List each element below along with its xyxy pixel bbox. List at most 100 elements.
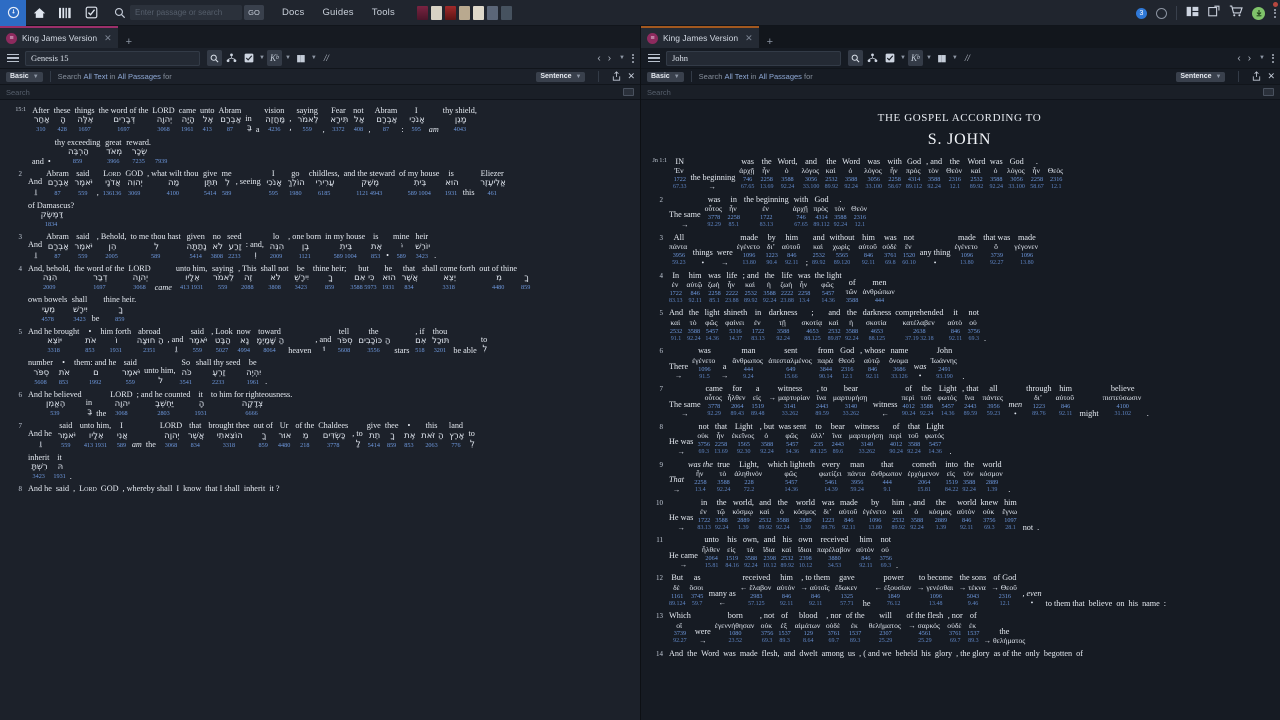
strongs-number[interactable]: 2889 — [986, 479, 998, 487]
interlinear-word[interactable]: bear μαρτυρήσῃ 3140 33.262 — [833, 384, 869, 419]
interlinear-word[interactable]: of περὶ 4012 90.24 — [889, 422, 903, 457]
display-mode-selector-right[interactable]: Sentence ▼ — [1176, 71, 1226, 82]
strongs-number[interactable]: 649 — [786, 366, 795, 374]
louw-nida-number[interactable]: 13.80 — [868, 525, 882, 533]
strongs-number[interactable]: 1223 — [765, 252, 777, 260]
greek-word[interactable]: περὶ — [889, 431, 903, 441]
greek-word[interactable]: ← — [881, 409, 889, 419]
interlinear-word[interactable]: to לִ — [481, 335, 487, 355]
greek-word[interactable]: δι’ — [823, 507, 833, 517]
greek-word[interactable]: εἰς — [727, 545, 737, 555]
interlinear-word[interactable]: of ἐκ 1537 89.3 — [967, 611, 979, 646]
greek-word[interactable]: οὐκ — [983, 507, 996, 517]
interlinear-word[interactable]: given נָתַתָּה 5414 — [185, 232, 206, 261]
interlinear-word[interactable]: witness μαρτυρήσῃ 3140 33.262 — [849, 422, 885, 457]
strongs-number[interactable]: 2005 — [105, 253, 117, 261]
strongs-number[interactable]: 2532 — [825, 176, 837, 184]
louw-nida-number[interactable]: 92.11 — [842, 525, 855, 533]
interlinear-word[interactable]: flesh, — [762, 649, 780, 658]
interlinear-word[interactable]: be — [92, 314, 100, 323]
greek-word[interactable]: φαίνει — [725, 318, 746, 328]
greek-word[interactable]: ἦν — [727, 280, 736, 290]
reference-input-left[interactable] — [25, 50, 200, 66]
strongs-number[interactable]: 5565 — [836, 252, 848, 260]
greek-word[interactable]: ἵνα — [965, 393, 976, 403]
strongs-number[interactable]: 3541 — [180, 379, 192, 387]
hebrew-word[interactable]: נָא — [238, 336, 249, 347]
interlinear-word[interactable]: to become → γενέσθαι 1096 13.48 — [917, 573, 955, 608]
interlinear-word[interactable]: , not οὐκ 3756 69.3 — [760, 611, 775, 646]
hebrew-word[interactable]: כִּי אִם — [352, 273, 374, 284]
louw-nida-number[interactable]: 89.92 — [780, 563, 794, 571]
greek-word[interactable]: ἀνθρώπων — [863, 287, 897, 297]
greek-word[interactable]: οὐκ — [761, 621, 774, 631]
louw-nida-number[interactable]: 92.24 — [763, 298, 777, 306]
interlinear-word[interactable]: God λόγος 3056 33.100 — [1007, 157, 1026, 192]
strongs-number[interactable]: 1096 — [930, 593, 942, 601]
close-pane-icon[interactable]: ✕ — [627, 71, 635, 82]
strongs-number[interactable]: 859 — [259, 442, 268, 450]
interlinear-word[interactable]: God πρὸς 4314 89.112 — [813, 195, 829, 230]
strongs-number[interactable]: 3761 — [949, 630, 961, 638]
strongs-number[interactable]: 5457 — [942, 403, 954, 411]
strongs-number[interactable]: 3588 — [920, 403, 932, 411]
hebrew-word[interactable]: נָתַתָּה — [185, 242, 206, 253]
global-search-input[interactable] — [130, 5, 242, 20]
louw-nida-number[interactable]: 92.11 — [859, 563, 872, 571]
louw-nida-number[interactable]: 60.10 — [902, 260, 916, 268]
interlinear-word[interactable]: vision מַּחֲזֶה 4236 — [264, 106, 285, 135]
louw-nida-number[interactable]: 12.1 — [855, 222, 866, 230]
interlinear-word[interactable]: be יִירָשְׁ 3423 — [293, 264, 309, 293]
louw-nida-number[interactable]: 89.3 — [850, 638, 861, 646]
hebrew-word[interactable]: אֹת — [57, 368, 70, 379]
interlinear-word[interactable]: , and וַ — [168, 335, 184, 355]
interlinear-word[interactable]: him αὐτὸν 846 92.11 — [856, 535, 876, 570]
library-icon[interactable] — [52, 0, 78, 26]
strongs-number[interactable]: 461 — [488, 190, 497, 198]
greek-word[interactable]: ἐν — [754, 318, 762, 328]
strongs-number[interactable]: 4100 — [167, 190, 179, 198]
greek-word[interactable]: ἀρχῇ — [739, 166, 756, 176]
strongs-number[interactable]: 2443 — [964, 403, 976, 411]
strongs-number[interactable]: 3588 — [688, 328, 700, 336]
interlinear-word[interactable]: world κόσμον 2889 1.39 — [980, 460, 1004, 495]
interlinear-word[interactable]: am — [429, 125, 439, 134]
greek-word[interactable]: ἔγνω — [1002, 507, 1019, 517]
strongs-number[interactable]: 834 — [191, 442, 200, 450]
interlinear-word[interactable]: said — [56, 484, 69, 493]
interlinear-word[interactable]: men ἀνθρώπων 444 — [863, 278, 897, 305]
interlinear-word[interactable]: things אֵלֶּה 1697 — [75, 106, 95, 135]
louw-nida-number[interactable]: 92.24 — [910, 525, 924, 533]
interlinear-word[interactable]: not ἓν 1520 60.10 — [902, 233, 916, 268]
hebrew-word[interactable]: רִשְׁתָּ — [30, 462, 47, 473]
greek-word[interactable]: ἐκ — [969, 621, 978, 631]
louw-nida-number[interactable]: 13.69 — [714, 449, 728, 457]
interlinear-word[interactable]: . — [1008, 485, 1010, 494]
strongs-number[interactable]: 3686 — [893, 366, 905, 374]
interlinear-word[interactable]: I אָנֹכִי 595 — [408, 106, 425, 135]
hebrew-word[interactable]: אַבְרָם — [46, 242, 69, 253]
strongs-number[interactable]: 3068 — [133, 284, 145, 292]
interlinear-word[interactable]: it הָ 1931 — [194, 390, 206, 419]
louw-nida-number[interactable]: 59.24 — [850, 487, 864, 495]
interlinear-word[interactable]: made — [740, 649, 758, 658]
greek-word[interactable]: πάντα — [669, 242, 689, 252]
greek-word[interactable]: καὶ — [760, 507, 771, 517]
verse-number[interactable]: 3 — [4, 232, 26, 261]
strongs-number[interactable]: 5457 — [822, 290, 834, 298]
greek-word[interactable]: πάντα — [847, 469, 867, 479]
greek-word[interactable]: οὐδὲ — [826, 621, 842, 631]
hebrew-word[interactable]: דַּמֶּשֶׂק — [39, 210, 63, 221]
verse-number[interactable]: 2 — [4, 169, 26, 198]
louw-nida-number[interactable]: 89.59 — [815, 411, 829, 419]
strongs-number[interactable]: 3588 — [846, 297, 858, 305]
hebrew-word[interactable]: זֶה — [242, 273, 253, 284]
strongs-number[interactable]: 1537 — [849, 630, 861, 638]
greek-word[interactable]: ὁ — [848, 166, 853, 176]
greek-word[interactable]: οὗτος — [705, 204, 724, 214]
strongs-number[interactable]: 1080 — [729, 630, 741, 638]
interlinear-word[interactable]: the τῷ 3588 92.24 — [715, 498, 729, 533]
interlinear-word[interactable]: He was → — [669, 513, 693, 532]
next-chapter-icon[interactable]: › — [608, 53, 611, 64]
strongs-number[interactable]: 746 — [796, 214, 805, 222]
